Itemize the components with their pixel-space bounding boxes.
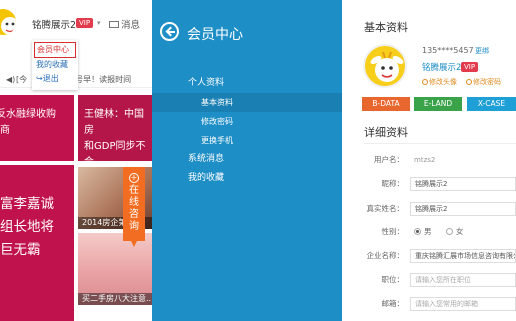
realname-input[interactable]: 铭腾展示2 [410, 202, 516, 216]
vip-badge: VIP [461, 62, 479, 72]
position-label: 职位： [381, 275, 405, 284]
nickname-label: 昵称： [381, 179, 405, 188]
gender-options: 男 女 [414, 225, 463, 239]
form-row-company: 企业名称： 重庆铭腾汇展市场信息咨询有限公司 [342, 249, 516, 263]
user-avatar[interactable] [0, 7, 18, 37]
form-row-nickname: 昵称： 铭腾展示2 [342, 177, 516, 191]
radio-button [445, 228, 453, 235]
tag-b-data[interactable]: B-DATA [362, 97, 410, 111]
user-dropdown-menu: 会员中心 我的收藏 ↪退出 [32, 40, 78, 90]
goat-mascot-icon [1, 17, 16, 35]
logout-label: 退出 [42, 74, 59, 83]
gender-female-option[interactable]: 女 [445, 227, 464, 236]
company-input[interactable]: 重庆铭腾汇展市场信息咨询有限公司 [410, 249, 516, 263]
mail-icon [109, 21, 119, 28]
header-username[interactable]: 铭腾展示2 [32, 17, 76, 31]
form-row-email: 邮箱： 请输入您常用的邮箱 [342, 297, 516, 311]
email-input[interactable]: 请输入您常用的邮箱 [410, 297, 516, 311]
member-nav: 个人资料 基本资料 修改密码 更换手机 系统消息 我的收藏 [152, 74, 342, 188]
rebind-phone-link[interactable]: 更绑 [475, 46, 489, 56]
username-value: mtzs2 [414, 156, 436, 164]
radio-button [414, 228, 421, 235]
consult-arrow [131, 241, 137, 247]
sidebar-item-personal-info[interactable]: 个人资料 [152, 74, 342, 93]
form-row-realname: 真实姓名： 铭腾展示2 [342, 202, 516, 216]
speaker-icon: ◀) [6, 75, 16, 84]
sidebar-item-basic-info[interactable]: 基本资料 [152, 93, 342, 112]
username-label: 用户名： [374, 155, 404, 164]
sidebar-item-change-password[interactable]: 修改密码 [152, 112, 342, 131]
gender-male-option[interactable]: 男 [414, 227, 432, 236]
profile-username: 铭腾展示2 [422, 63, 462, 73]
company-label: 企业名称： [366, 251, 405, 260]
site-header: 铭腾展示2 VIP ▾ 消息 [0, 0, 152, 44]
news-card-red[interactable]: 反水融绿收购 商 [0, 95, 74, 161]
news-card-headline[interactable]: 富李嘉诚 组长地将 巨无霸 [0, 165, 74, 321]
plus-icon: + [129, 173, 139, 183]
nickname-input[interactable]: 铭腾展示2 [410, 177, 516, 191]
sidebar-title: 会员中心 [187, 27, 243, 43]
divider [364, 143, 516, 144]
profile-avatar[interactable] [363, 44, 407, 88]
email-label: 邮箱： [381, 299, 405, 308]
edit-avatar-link[interactable]: 修改头像 [422, 77, 457, 87]
goat-mascot-icon [370, 51, 404, 82]
news-image-bedroom[interactable]: 买二手房八大注意... [78, 233, 152, 305]
vip-badge: VIP [76, 18, 94, 28]
sidebar-item-change-phone[interactable]: 更换手机 [152, 131, 342, 150]
logout-icon: ↪ [36, 74, 43, 83]
dropdown-item-logout[interactable]: ↪退出 [32, 72, 78, 86]
edit-password-label: 修改密码 [473, 78, 501, 86]
news-card-dark[interactable]: 王健林：中国房 和GDP同步不会 大跌 [78, 95, 152, 161]
gender-label: 性别： [381, 227, 405, 236]
form-row-username: 用户名： mtzs2 [342, 153, 516, 167]
messages-link[interactable]: 消息 [109, 17, 140, 31]
detail-info-heading: 详细资料 [364, 126, 408, 139]
phone-number: 135****5457 [422, 46, 474, 55]
sidebar-item-system-messages[interactable]: 系统消息 [152, 150, 342, 169]
consult-label: 在线咨询 [129, 185, 139, 232]
edit-password-link[interactable]: 修改密码 [466, 77, 501, 87]
chevron-down-icon[interactable]: ▾ [97, 19, 101, 27]
dropdown-item-member-center[interactable]: 会员中心 [34, 42, 76, 58]
form-row-position: 职位： 请输入您所在职位 [342, 273, 516, 287]
online-consult-button[interactable]: + 在线咨询 [123, 167, 145, 247]
gender-male-label: 男 [424, 227, 432, 236]
dropdown-item-favorites[interactable]: 我的收藏 [32, 58, 78, 72]
image-caption: 买二手房八大注意... [78, 293, 152, 305]
profile-panel: 基本资料 135****5457 更绑 铭腾展示2 VIP 修改头像 修改密码 … [342, 0, 516, 321]
basic-info-heading: 基本资料 [364, 21, 408, 34]
sidebar-item-favorites[interactable]: 我的收藏 [152, 169, 342, 188]
back-arrow-icon[interactable] [160, 22, 179, 41]
tag-e-land[interactable]: E-LAND [414, 97, 462, 111]
position-input[interactable]: 请输入您所在职位 [410, 273, 516, 287]
edit-avatar-label: 修改头像 [429, 78, 457, 86]
left-site-panel: 铭腾展示2 VIP ▾ 消息 会员中心 我的收藏 ↪退出 ◀) [今 14号早！… [0, 0, 152, 321]
realname-label: 真实姓名： [366, 204, 405, 213]
edit-icon [422, 79, 428, 85]
ticker-prefix: [今 [16, 75, 28, 84]
tag-x-case[interactable]: X-CASE [467, 97, 516, 111]
gender-female-label: 女 [455, 227, 464, 236]
messages-label: 消息 [121, 20, 141, 31]
lock-icon [466, 79, 472, 85]
member-center-sidebar: 会员中心 个人资料 基本资料 修改密码 更换手机 系统消息 我的收藏 [152, 0, 342, 321]
form-row-gender: 性别： 男 女 [342, 225, 516, 239]
